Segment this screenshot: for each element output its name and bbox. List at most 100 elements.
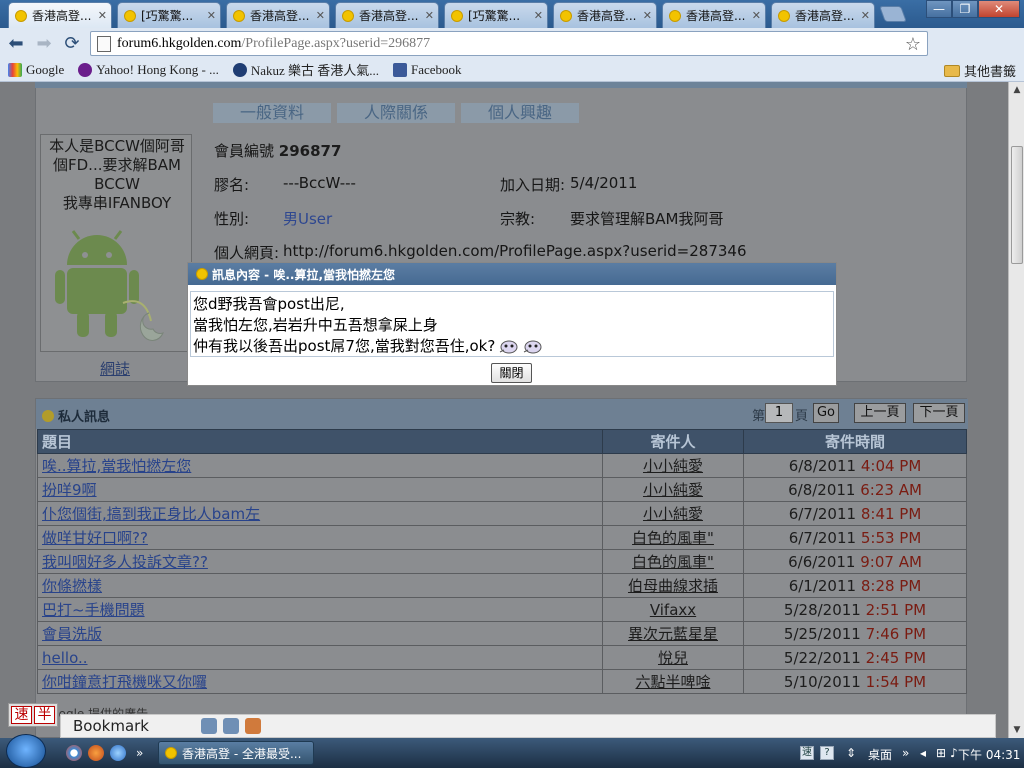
start-button-icon[interactable] xyxy=(6,734,46,768)
message-subject-link[interactable]: 會員洗版 xyxy=(42,625,102,643)
scroll-down-icon[interactable]: ▼ xyxy=(1009,722,1024,738)
desktop-toolbar[interactable]: 桌面 xyxy=(868,746,892,763)
close-icon[interactable]: ✕ xyxy=(207,9,216,22)
go-button[interactable]: Go xyxy=(813,403,839,423)
browser-tab-5[interactable]: [巧驚驚... ✕ xyxy=(444,2,548,28)
table-row[interactable]: 扮咩9啊 小小純愛 6/8/2011 6:23 AM xyxy=(37,477,967,502)
close-icon[interactable]: ✕ xyxy=(425,9,434,22)
close-window-button[interactable]: ✕ xyxy=(978,0,1020,18)
ime-speed-key[interactable]: 速 xyxy=(11,706,32,724)
scroll-up-icon[interactable]: ▲ xyxy=(1009,82,1024,98)
ime-options-icon[interactable]: ⇕ xyxy=(846,746,856,760)
message-subject-link[interactable]: hello.. xyxy=(42,649,88,667)
tab-label: [巧驚驚... xyxy=(141,9,194,23)
browser-tab-8[interactable]: 香港高登... ✕ xyxy=(771,2,875,28)
user-icon[interactable] xyxy=(201,718,217,734)
browser-tab-6[interactable]: 香港高登... ✕ xyxy=(553,2,657,28)
sender-link[interactable]: 伯母曲線求插 xyxy=(628,577,718,595)
message-subject-link[interactable]: 唉..算拉,當我怕撚左您 xyxy=(42,457,191,475)
table-row[interactable]: 唉..算拉,當我怕撚左您 小小純愛 6/8/2011 4:04 PM xyxy=(37,453,967,478)
table-row[interactable]: hello.. 悅兒 5/22/2011 2:45 PM xyxy=(37,645,967,670)
message-subject-link[interactable]: 做咩甘好口啊?? xyxy=(42,529,148,547)
blog-link[interactable]: 網誌 xyxy=(100,358,130,379)
browser-tab-4[interactable]: 香港高登... ✕ xyxy=(335,2,439,28)
message-subject-link[interactable]: 你條撚樣 xyxy=(42,577,102,595)
bookmark-google[interactable]: Google xyxy=(8,62,64,78)
close-icon[interactable]: ✕ xyxy=(534,9,543,22)
close-dialog-button[interactable]: 關閉 xyxy=(491,363,532,383)
sender-link[interactable]: 悅兒 xyxy=(658,649,688,667)
volume-icon[interactable]: ♪ xyxy=(950,746,958,760)
sender-link[interactable]: 白色的風車" xyxy=(632,529,714,547)
sender-link[interactable]: Vifaxx xyxy=(650,601,696,619)
ime-half-width-key[interactable]: 半 xyxy=(34,706,55,724)
taskbar-chrome-window[interactable]: 香港高登 - 全港最受... xyxy=(158,741,314,765)
messages-table: 題目 寄件人 寄件時間 唉..算拉,當我怕撚左您 小小純愛 6/8/2011 4:0… xyxy=(37,429,967,694)
message-subject-link[interactable]: 扮咩9啊 xyxy=(42,481,97,499)
browser-tab-7[interactable]: 香港高登... ✕ xyxy=(662,2,766,28)
network-icon[interactable]: ⊞ xyxy=(936,746,946,760)
clock[interactable]: 下午 04:31 xyxy=(958,746,1020,763)
vertical-scrollbar[interactable]: ▲ ▼ xyxy=(1008,82,1024,738)
other-bookmarks[interactable]: 其他書籤 xyxy=(943,61,1016,80)
restore-button[interactable]: ❐ xyxy=(952,0,978,18)
browser-tab-3[interactable]: 香港高登... ✕ xyxy=(226,2,330,28)
message-subject-link[interactable]: 你咁鐘意打飛機咪又你囉 xyxy=(42,673,207,691)
page-number-input[interactable]: 1 xyxy=(765,403,793,423)
sender-link[interactable]: 白色的風車" xyxy=(632,553,714,571)
scrollbar-thumb[interactable] xyxy=(1011,146,1023,264)
new-tab-button[interactable] xyxy=(879,6,907,22)
calendar-icon[interactable] xyxy=(223,718,239,734)
tab-relationships[interactable]: 人際關係 xyxy=(337,103,455,123)
table-row[interactable]: 巴打~手機問題 Vifaxx 5/28/2011 2:51 PM xyxy=(37,597,967,622)
table-row[interactable]: 做咩甘好口啊?? 白色的風車" 6/7/2011 5:53 PM xyxy=(37,525,967,550)
tab-interests[interactable]: 個人興趣 xyxy=(461,103,579,123)
ie-quicklaunch-icon[interactable] xyxy=(110,745,126,761)
message-subject-link[interactable]: 我叫咽好多人投訴文章?? xyxy=(42,553,208,571)
next-page-button[interactable]: 下一頁 xyxy=(913,403,965,423)
share-icon[interactable] xyxy=(245,718,261,734)
signature-text: 本人是BCCW個阿哥 個FD...要求解BAM BCCW 我專串IFANBOY xyxy=(49,137,185,212)
bookmark-yahoo[interactable]: Yahoo! Hong Kong - ... xyxy=(78,62,219,78)
bookmark-nakuz[interactable]: Nakuz 樂古 香港人氣... xyxy=(232,60,379,79)
table-row[interactable]: 仆您個街,搞到我正身比人bam左 小小純愛 6/7/2011 8:41 PM xyxy=(37,501,967,526)
minimize-button[interactable]: — xyxy=(926,0,952,18)
address-bar[interactable]: forum6.hkgolden.com/ProfilePage.aspx?use… xyxy=(90,31,928,56)
desktop-chevron-icon[interactable]: » xyxy=(902,746,909,760)
message-subject-link[interactable]: 仆您個街,搞到我正身比人bam左 xyxy=(42,505,260,523)
reload-icon[interactable]: ⟳ xyxy=(58,33,86,54)
close-icon[interactable]: ✕ xyxy=(643,9,652,22)
tab-label: [巧驚驚... xyxy=(468,9,521,23)
sender-link[interactable]: 小小純愛 xyxy=(643,481,703,499)
table-row[interactable]: 會員洗版 異次元藍星星 5/25/2011 7:46 PM xyxy=(37,621,967,646)
tray-expand-icon[interactable]: ◂ xyxy=(920,746,926,760)
chrome-quicklaunch-icon[interactable] xyxy=(66,745,82,761)
bookmark-facebook[interactable]: Facebook xyxy=(393,62,462,78)
sender-link[interactable]: 六點半啤唫 xyxy=(635,673,710,691)
firefox-quicklaunch-icon[interactable] xyxy=(88,745,104,761)
more-quicklaunch-icon[interactable]: » xyxy=(136,746,143,760)
tab-general-info[interactable]: 一般資料 xyxy=(213,103,331,123)
bookmark-star-icon[interactable]: ☆ xyxy=(905,34,921,55)
ime-tray-icon[interactable]: 速 xyxy=(800,746,814,760)
browser-tab-2[interactable]: [巧驚驚... ✕ xyxy=(117,2,221,28)
close-icon[interactable]: ✕ xyxy=(98,9,107,22)
sender-link[interactable]: 異次元藍星星 xyxy=(628,625,718,643)
table-row[interactable]: 你咁鐘意打飛機咪又你囉 六點半啤唫 5/10/2011 1:54 PM xyxy=(37,669,967,694)
nakuz-icon xyxy=(232,62,247,77)
sender-link[interactable]: 小小純愛 xyxy=(643,457,703,475)
close-icon[interactable]: ✕ xyxy=(316,9,325,22)
hkgolden-favicon-icon xyxy=(560,9,572,22)
close-icon[interactable]: ✕ xyxy=(752,9,761,22)
help-tray-icon[interactable]: ? xyxy=(820,746,834,760)
table-row[interactable]: 我叫咽好多人投訴文章?? 白色的風車" 6/6/2011 9:07 AM xyxy=(37,549,967,574)
message-subject-link[interactable]: 巴打~手機問題 xyxy=(42,601,145,619)
sender-link[interactable]: 小小純愛 xyxy=(643,505,703,523)
forward-icon[interactable]: ➡ xyxy=(30,33,58,54)
back-icon[interactable]: ⬅ xyxy=(2,33,30,54)
close-icon[interactable]: ✕ xyxy=(861,9,870,22)
message-subject: 仆您個街,搞到我正身比人bam左 xyxy=(37,501,603,526)
prev-page-button[interactable]: 上一頁 xyxy=(854,403,906,423)
browser-tab-1[interactable]: 香港高登... ✕ xyxy=(8,2,112,28)
table-row[interactable]: 你條撚樣 伯母曲線求插 6/1/2011 8:28 PM xyxy=(37,573,967,598)
